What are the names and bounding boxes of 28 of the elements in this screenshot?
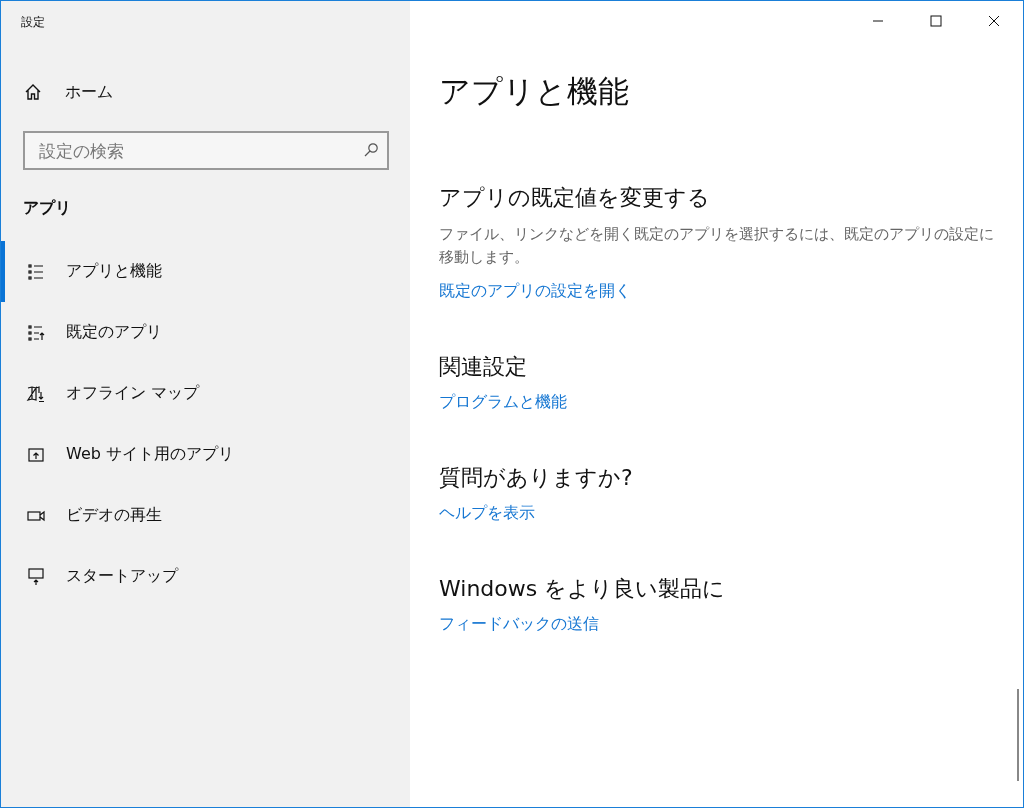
description-text: ファイル、リンクなどを開く既定のアプリを選択するには、既定のアプリの設定に移動します。 <box>439 224 995 268</box>
section-heading: アプリ <box>23 198 72 219</box>
link[interactable]: フィードバックの送信 <box>439 614 599 635</box>
maximize-icon <box>930 15 942 27</box>
nav-item[interactable]: オフライン マップ <box>1 363 410 424</box>
nav-item[interactable]: ビデオの再生 <box>1 485 410 546</box>
search-field[interactable]: 設定の検索 <box>23 131 389 170</box>
nav-item[interactable]: Web サイト用のアプリ <box>1 424 410 485</box>
list-icon <box>26 261 46 282</box>
section-heading: 質問がありますか? <box>439 464 634 492</box>
nav-item[interactable]: 既定のアプリ <box>1 302 410 363</box>
link[interactable]: プログラムと機能 <box>439 392 567 413</box>
monitor-arrow-icon <box>26 566 46 587</box>
section-heading: アプリの既定値を変更する <box>439 184 711 212</box>
link[interactable]: 既定のアプリの設定を開く <box>439 281 631 302</box>
home-nav-item[interactable]: ホーム <box>23 78 410 106</box>
link[interactable]: ヘルプを表示 <box>439 503 535 524</box>
search-icon <box>363 142 379 158</box>
window-title: 設定 <box>20 14 46 31</box>
home-icon <box>23 82 43 102</box>
list-arrow-icon <box>26 322 46 343</box>
scrollbar-thumb[interactable] <box>1017 689 1019 781</box>
close-icon <box>988 15 1000 27</box>
section-heading: Windows をより良い製品に <box>439 575 727 603</box>
section-heading: 関連設定 <box>439 353 528 381</box>
page-title: アプリと機能 <box>439 72 630 111</box>
map-download-icon <box>26 383 46 404</box>
nav-item[interactable]: スタートアップ <box>1 546 410 607</box>
